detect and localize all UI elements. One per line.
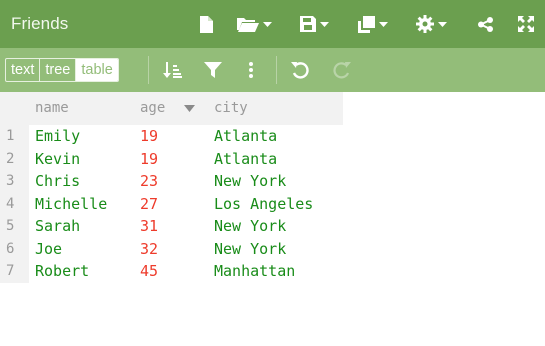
table-header: name age city xyxy=(0,92,343,125)
row-number: 7 xyxy=(6,263,15,279)
toolbar-divider xyxy=(148,56,149,84)
cell-age[interactable]: 23 xyxy=(140,172,158,190)
toolbar-divider xyxy=(276,56,277,84)
cell-name[interactable]: Sarah xyxy=(35,217,80,235)
cell-age[interactable]: 32 xyxy=(140,240,158,258)
cell-name[interactable]: Kevin xyxy=(35,150,80,168)
table-row[interactable]: 6 Joe 32 New York xyxy=(0,238,545,261)
table-body: 1 Emily 19 Atlanta 2 Kevin 19 Atlanta 3 … xyxy=(0,125,545,283)
data-table: name age city 1 Emily 19 Atlanta 2 Kevin… xyxy=(0,92,545,283)
cell-name[interactable]: Robert xyxy=(35,262,89,280)
json-editor-window: Friends text tree table name age city 1 … xyxy=(0,0,545,346)
column-header-name[interactable]: name xyxy=(35,100,69,116)
chevron-down-icon xyxy=(320,21,329,27)
settings-icon[interactable] xyxy=(416,14,447,34)
cell-age[interactable]: 31 xyxy=(140,217,158,235)
row-number: 1 xyxy=(6,128,15,144)
chevron-down-icon xyxy=(379,21,388,27)
mode-switcher: text tree table xyxy=(5,58,119,82)
row-number: 4 xyxy=(6,195,15,212)
more-icon[interactable] xyxy=(248,60,254,80)
mode-table-button[interactable]: table xyxy=(75,59,118,81)
gutter-header xyxy=(0,92,29,125)
cell-city[interactable]: Los Angeles xyxy=(214,195,313,213)
row-number: 3 xyxy=(6,173,15,189)
cell-name[interactable]: Michelle xyxy=(35,195,107,213)
chevron-down-icon xyxy=(438,21,447,27)
copy-icon[interactable] xyxy=(358,14,388,34)
mode-text-button[interactable]: text xyxy=(6,59,39,81)
mode-tree-button[interactable]: tree xyxy=(39,59,75,81)
filter-icon[interactable] xyxy=(204,60,222,80)
cell-name[interactable]: Emily xyxy=(35,127,80,145)
cell-age[interactable]: 19 xyxy=(140,127,158,145)
chevron-down-icon xyxy=(263,21,272,27)
open-folder-icon[interactable] xyxy=(237,14,272,34)
cell-name[interactable]: Chris xyxy=(35,172,80,190)
table-row[interactable]: 4 Michelle 27 Los Angeles xyxy=(0,193,545,216)
fullscreen-icon[interactable] xyxy=(518,14,534,34)
row-number: 2 xyxy=(6,150,15,167)
cell-city[interactable]: New York xyxy=(214,217,286,235)
cell-age[interactable]: 45 xyxy=(140,262,158,280)
table-row[interactable]: 5 Sarah 31 New York xyxy=(0,215,545,238)
save-icon[interactable] xyxy=(300,14,329,34)
cell-city[interactable]: Manhattan xyxy=(214,262,295,280)
toolbar: text tree table xyxy=(0,48,545,92)
row-number: 6 xyxy=(6,240,15,257)
cell-age[interactable]: 27 xyxy=(140,195,158,213)
table-row[interactable]: 2 Kevin 19 Atlanta xyxy=(0,148,545,171)
cell-city[interactable]: New York xyxy=(214,172,286,190)
column-header-age[interactable]: age xyxy=(140,100,165,116)
title-bar-actions xyxy=(0,0,545,48)
cell-city[interactable]: New York xyxy=(214,240,286,258)
undo-icon[interactable] xyxy=(291,60,309,80)
table-row[interactable]: 1 Emily 19 Atlanta xyxy=(0,125,545,148)
redo-icon[interactable] xyxy=(333,60,351,80)
row-number: 5 xyxy=(6,218,15,234)
table-row[interactable]: 7 Robert 45 Manhattan xyxy=(0,260,545,283)
cell-city[interactable]: Atlanta xyxy=(214,127,277,145)
cell-age[interactable]: 19 xyxy=(140,150,158,168)
sort-descending-icon[interactable] xyxy=(184,105,195,112)
sort-icon[interactable] xyxy=(163,60,183,80)
column-header-city[interactable]: city xyxy=(214,100,248,116)
title-bar: Friends xyxy=(0,0,545,48)
share-icon[interactable] xyxy=(478,14,493,34)
cell-city[interactable]: Atlanta xyxy=(214,150,277,168)
new-document-icon[interactable] xyxy=(200,14,213,34)
table-row[interactable]: 3 Chris 23 New York xyxy=(0,170,545,193)
cell-name[interactable]: Joe xyxy=(35,240,62,258)
